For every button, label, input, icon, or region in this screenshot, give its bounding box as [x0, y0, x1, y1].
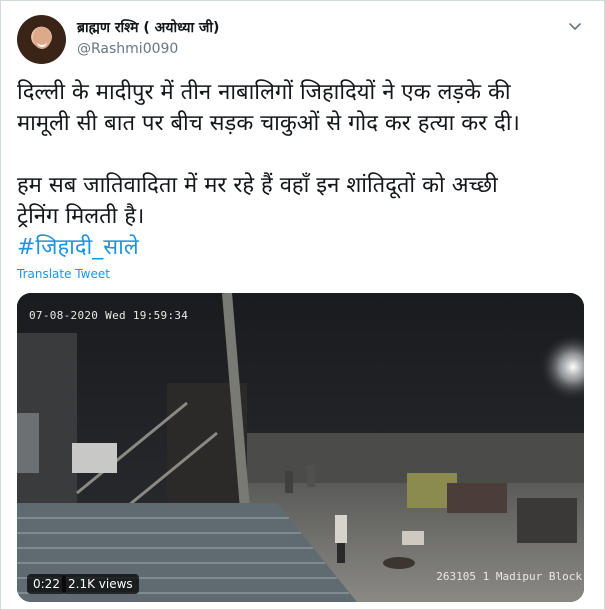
tweet-line: दिल्ली के मादीपुर में तीन नाबालिगों जिहा…: [17, 80, 511, 105]
tweet-card: ब्राह्मण रश्मि ( अयोध्या जी) @Rashmi0090…: [0, 0, 605, 610]
cctv-camera-label: 263105 1 Madipur Block: [436, 570, 582, 583]
tweet-text: दिल्ली के मादीपुर में तीन नाबालिगों जिहा…: [17, 77, 587, 263]
tweet-line: हम सब जातिवादिता में मर रहे हैं वहाँ इन …: [17, 173, 498, 198]
author-handle[interactable]: @Rashmi0090: [77, 41, 178, 57]
video-views-badge: 2.1K views: [62, 574, 139, 594]
video-duration-badge: 0:22: [27, 574, 66, 594]
video-player[interactable]: 07-08-2020 Wed 19:59:34 263105 1 Madipur…: [17, 293, 584, 602]
hashtag-link[interactable]: #जिहादी_साले: [17, 235, 139, 260]
avatar[interactable]: [17, 15, 66, 64]
translate-tweet-link[interactable]: Translate Tweet: [17, 267, 110, 281]
cctv-scene: [17, 293, 584, 602]
author-display-name[interactable]: ब्राह्मण रश्मि ( अयोध्या जी): [77, 18, 219, 37]
tweet-line: ट्रेनिंग मिलती है।: [17, 204, 145, 229]
cctv-timestamp: 07-08-2020 Wed 19:59:34: [29, 309, 189, 322]
tweet-line: मामूली सी बात पर बीच सड़क चाकुओं से गोद …: [17, 111, 520, 136]
chevron-down-icon[interactable]: [567, 19, 583, 35]
